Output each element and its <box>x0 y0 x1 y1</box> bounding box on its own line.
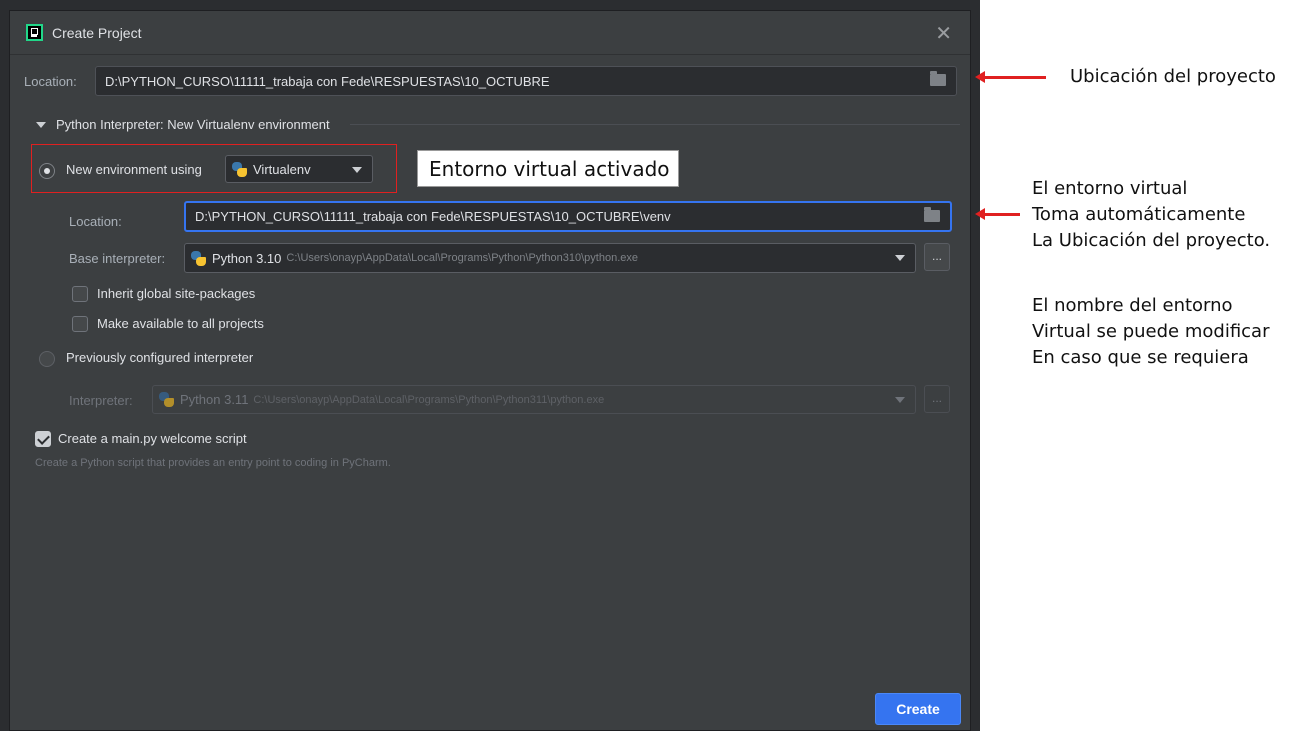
interpreter-select[interactable]: Python 3.11 C:\Users\onayp\AppData\Local… <box>152 385 916 414</box>
make-available-checkbox[interactable] <box>72 316 88 332</box>
annotation-note-location: Ubicación del proyecto <box>1070 66 1276 87</box>
section-divider <box>350 124 960 125</box>
annotation-note-line: Virtual se puede modificar <box>1032 321 1270 342</box>
annotation-note-line: El entorno virtual <box>1032 178 1188 199</box>
interpreter-browse-button[interactable]: ... <box>924 385 950 413</box>
welcome-script-label: Create a main.py welcome script <box>58 431 247 446</box>
annotation-note-venv: El entorno virtual Toma automáticamente … <box>1032 176 1270 254</box>
interpreter-version: Python 3.11 <box>180 392 249 407</box>
welcome-script-hint: Create a Python script that provides an … <box>35 457 391 469</box>
base-interpreter-label: Base interpreter: <box>69 251 166 266</box>
annotation-note-line: En caso que se requiera <box>1032 347 1249 368</box>
create-project-dialog: Create Project ✕ Location: D:\PYTHON_CUR… <box>9 10 971 731</box>
folder-icon[interactable] <box>930 71 946 86</box>
python-icon <box>191 250 206 266</box>
welcome-script-checkbox[interactable] <box>35 431 51 447</box>
make-available-label: Make available to all projects <box>97 316 264 331</box>
annotation-arrow-venv <box>975 208 1020 220</box>
annotation-note-line: La Ubicación del proyecto. <box>1032 230 1271 251</box>
expand-triangle-icon <box>36 121 46 128</box>
venv-location-field[interactable]: D:\PYTHON_CURSO\11111_trabaja con Fede\R… <box>184 201 952 232</box>
annotation-note-line: El nombre del entorno <box>1032 295 1233 316</box>
annotation-note-name: El nombre del entorno Virtual se puede m… <box>1032 293 1269 371</box>
inherit-packages-checkbox[interactable] <box>72 286 88 302</box>
previous-interpreter-radio[interactable] <box>39 351 55 367</box>
venv-location-label: Location: <box>69 214 122 229</box>
interpreter-label: Interpreter: <box>69 393 133 408</box>
annotation-note-line: Toma automáticamente <box>1032 204 1246 225</box>
previous-interpreter-label: Previously configured interpreter <box>66 350 254 365</box>
interpreter-section-title: Python Interpreter: New Virtualenv envir… <box>56 117 330 132</box>
annotation-callout-env: Entorno virtual activado <box>417 150 679 187</box>
dialog-titlebar: Create Project ✕ <box>10 11 970 55</box>
base-interpreter-version: Python 3.10 <box>212 250 282 266</box>
folder-icon[interactable] <box>924 207 940 222</box>
dialog-title: Create Project <box>52 24 142 41</box>
project-location-value: D:\PYTHON_CURSO\11111_trabaja con Fede\R… <box>105 73 550 89</box>
interpreter-path: C:\Users\onayp\AppData\Local\Programs\Py… <box>253 393 605 406</box>
chevron-down-icon <box>895 397 905 403</box>
annotation-highlight-box <box>31 144 397 193</box>
python-icon <box>159 392 174 407</box>
venv-location-value: D:\PYTHON_CURSO\11111_trabaja con Fede\R… <box>195 209 671 224</box>
interpreter-section-toggle[interactable]: Python Interpreter: New Virtualenv envir… <box>36 117 330 132</box>
inherit-packages-label: Inherit global site-packages <box>97 286 256 301</box>
pycharm-logo-icon <box>26 24 43 41</box>
close-icon[interactable]: ✕ <box>935 21 952 46</box>
project-location-field[interactable]: D:\PYTHON_CURSO\11111_trabaja con Fede\R… <box>95 66 957 96</box>
create-button[interactable]: Create <box>875 693 961 725</box>
base-interpreter-path: C:\Users\onayp\AppData\Local\Programs\Py… <box>286 252 638 264</box>
project-location-label: Location: <box>24 74 77 89</box>
chevron-down-icon <box>895 255 905 261</box>
base-interpreter-browse-button[interactable]: ... <box>924 243 950 271</box>
base-interpreter-select[interactable]: Python 3.10 C:\Users\onayp\AppData\Local… <box>184 243 916 273</box>
annotation-arrow-location <box>975 71 1046 83</box>
